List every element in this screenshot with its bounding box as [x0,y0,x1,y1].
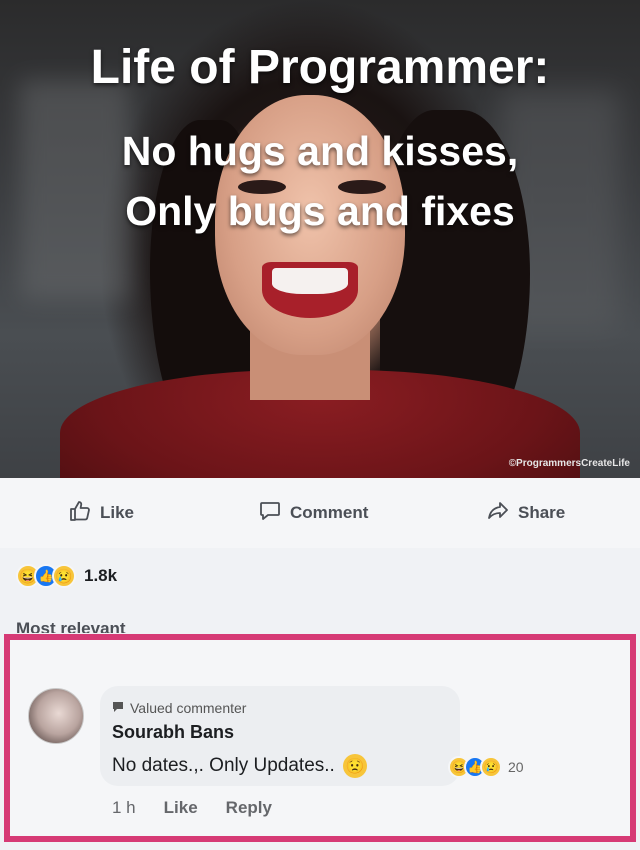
sort-label: Most relevant [16,619,126,633]
post-action-bar: Like Comment Share [0,478,640,548]
comment-like-link[interactable]: Like [164,798,198,818]
meme-title: Life of Programmer: [90,41,550,94]
meme-line-2: Only bugs and fixes [125,188,515,234]
teeth [272,268,348,294]
comment-text-row: No dates.,. Only Updates.. 😟 [112,754,367,778]
comment-author[interactable]: Sourabh Bans [112,722,234,743]
watermark: ©ProgrammersCreateLife [508,458,630,469]
share-label: Share [518,503,566,522]
share-arrow-icon [486,499,510,528]
comment-button[interactable]: Comment [258,498,368,528]
comment-time: 1 h [112,798,136,817]
share-button[interactable]: Share [486,498,565,528]
comment-text: No dates.,. Only Updates.. [112,755,335,776]
like-button[interactable]: Like [68,498,134,528]
avatar[interactable] [28,688,84,744]
comment-reactions[interactable]: 😆 👍 😢 20 [448,756,524,778]
worried-face-icon: 😟 [342,754,367,778]
meme-line-1: No hugs and kisses, [121,128,519,174]
post-image[interactable]: Life of Programmer: No hugs and kisses, … [0,0,640,478]
comment-reaction-count: 20 [508,759,524,775]
comment-reply-link[interactable]: Reply [226,798,272,818]
like-label: Like [100,503,135,522]
thumbs-up-icon [68,499,92,528]
comment-sort-dropdown[interactable]: Most relevant [16,615,126,633]
badge-icon [112,700,124,716]
highlighted-comment: Valued commenter Sourabh Bans No dates.,… [4,634,636,842]
sad-icon: 😢 [52,564,76,588]
comment-meta: 1 h Like Reply [112,798,272,818]
comment-bubble-icon [258,499,282,528]
sad-icon: 😢 [480,756,502,778]
comment-label: Comment [290,503,369,522]
reaction-summary[interactable]: 😆 👍 😢 1.8k [16,562,117,590]
valued-commenter-badge: Valued commenter [112,700,246,716]
badge-label: Valued commenter [130,700,247,716]
reaction-count: 1.8k [84,566,118,585]
